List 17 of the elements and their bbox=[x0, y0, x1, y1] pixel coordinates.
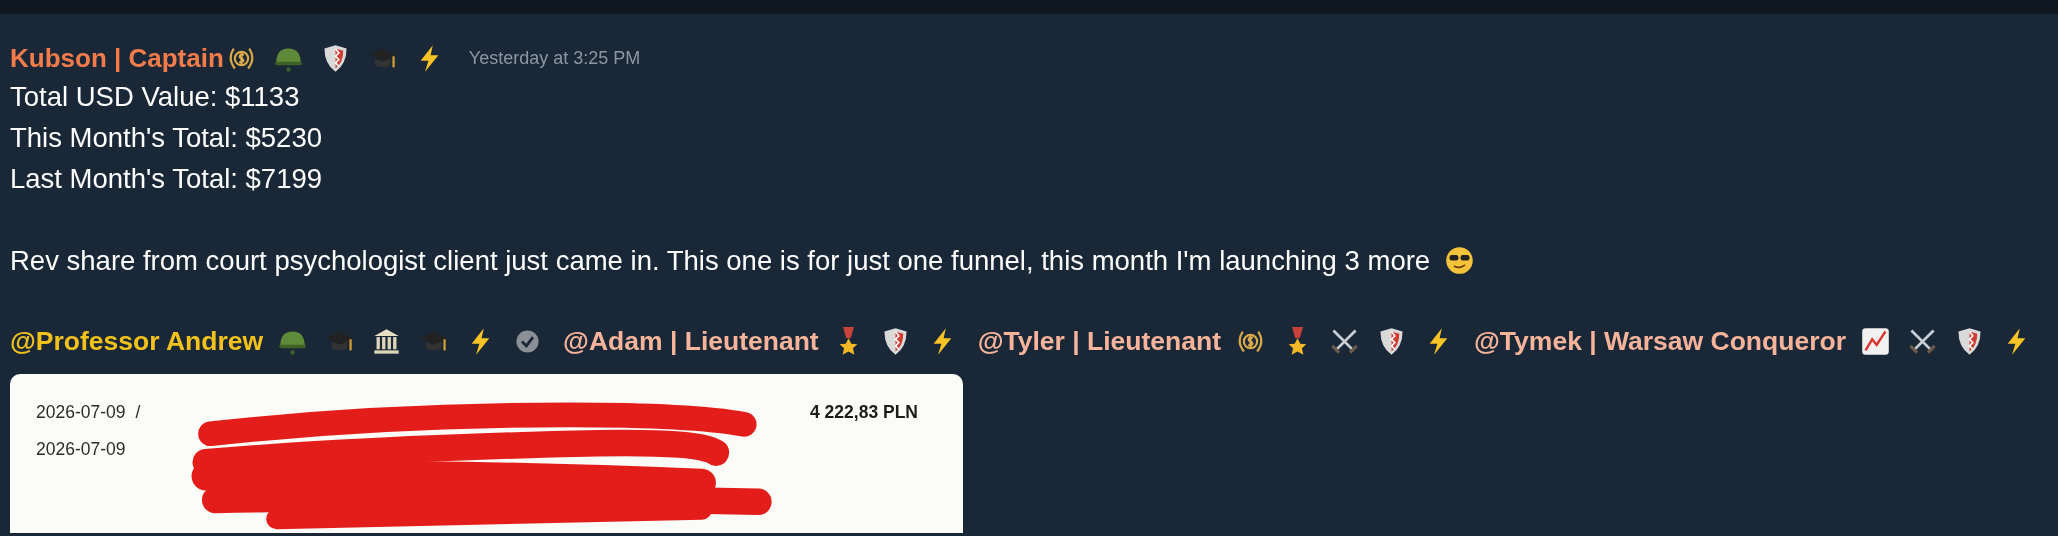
message-text: This Month's Total: $5230 bbox=[10, 121, 322, 155]
user-mention[interactable]: @Tymek | Warsaw Conqueror bbox=[1474, 325, 1846, 357]
author-name[interactable]: Kubson | Captain bbox=[10, 42, 224, 74]
transaction-date: 2026-07-09 bbox=[36, 402, 126, 423]
user-mention[interactable]: @Tyler | Lieutenant bbox=[977, 325, 1222, 357]
user-mention[interactable]: @Adam | Lieutenant bbox=[563, 325, 819, 357]
image-attachment[interactable]: 2026-07-09 / 4 222,83 PLN 2026-07-09 bbox=[10, 374, 963, 533]
chart-up-icon bbox=[1860, 325, 1891, 357]
message-timestamp: Yesterday at 3:25 PM bbox=[468, 47, 641, 69]
message-text: Last Month's Total: $7199 bbox=[10, 162, 323, 196]
date-separator: / bbox=[135, 402, 141, 423]
transaction-amount: 4 222,83 PLN bbox=[810, 402, 918, 423]
message-text: Total USD Value: $1133 bbox=[10, 80, 300, 114]
transaction-date: 2026-07-09 bbox=[36, 439, 126, 460]
message-text: Rev share from court psychologist client just came in. This one is for just one funnel, this month I'm launching 3 more bbox=[10, 244, 1431, 278]
user-mention[interactable]: @Professor Andrew bbox=[10, 325, 264, 357]
sunglasses-face-icon bbox=[1444, 245, 1476, 276]
